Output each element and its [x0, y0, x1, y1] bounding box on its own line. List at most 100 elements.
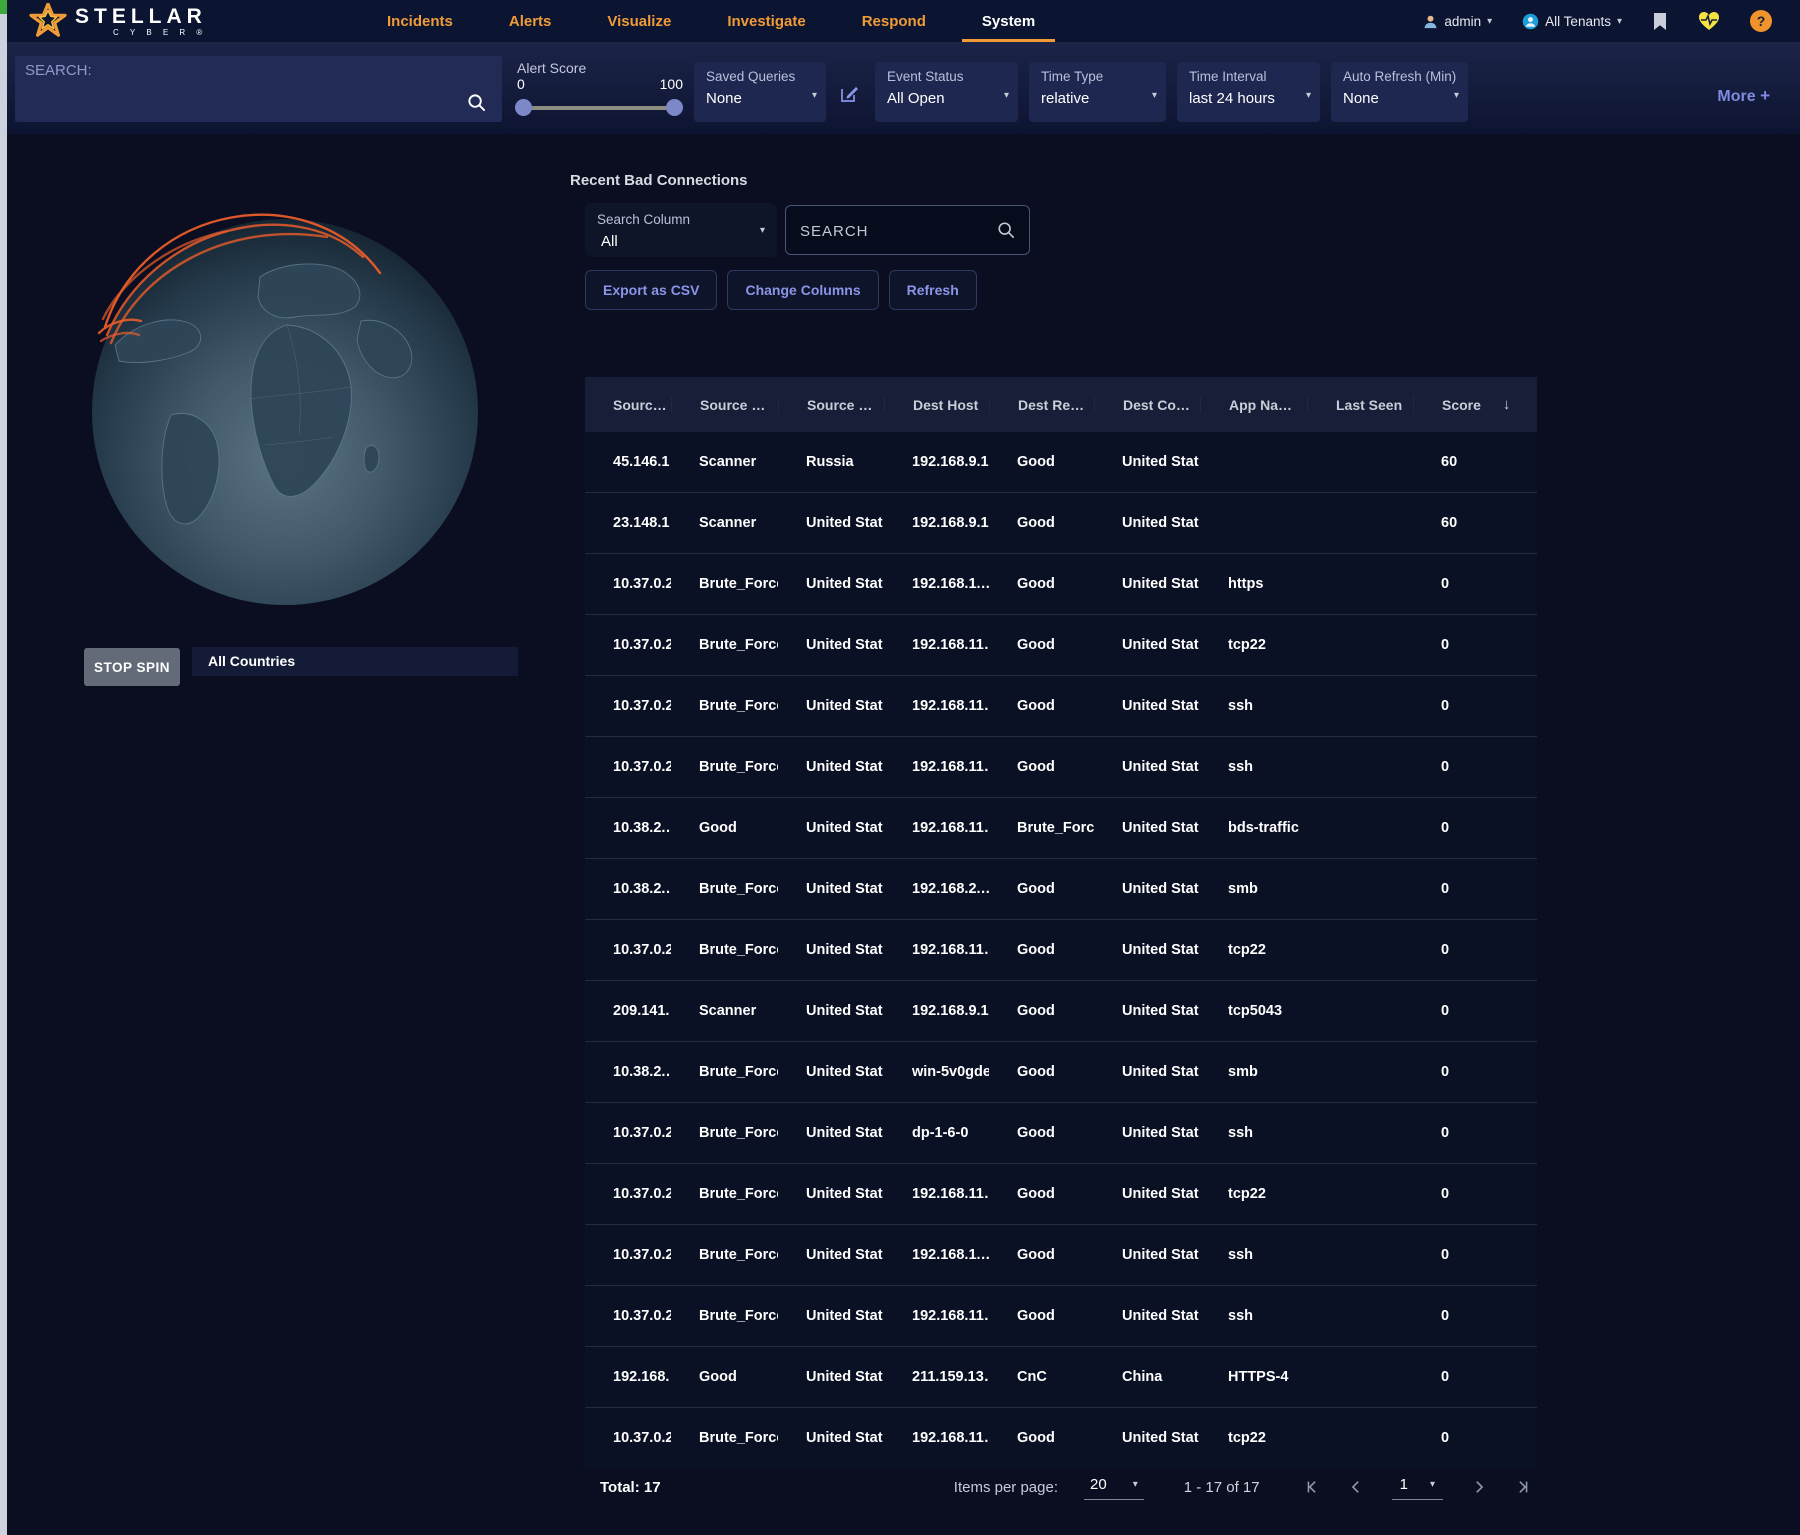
table-cell: 192.168.9.1: [884, 1003, 989, 1019]
chevron-down-icon: ▾: [1617, 16, 1622, 27]
table-cell: United Stat…: [1094, 759, 1200, 775]
globe-visualization[interactable]: [75, 185, 515, 635]
table-cell: Good: [989, 942, 1094, 958]
event-status-label: Event Status: [887, 69, 994, 84]
table-cell: 192.168.11…: [884, 820, 989, 836]
table-cell: United Stat…: [1094, 942, 1200, 958]
table-row[interactable]: 23.148.1…ScannerUnited Stat…192.168.9.1G…: [585, 493, 1537, 554]
table-row[interactable]: 192.168.…GoodUnited Stat…211.159.13…CnCC…: [585, 1347, 1537, 1408]
alert-score-slider-handle-min[interactable]: [515, 99, 532, 116]
event-status-value: All Open: [887, 90, 994, 107]
brand-logo[interactable]: STELLAR C Y B E R ®: [7, 0, 359, 42]
table-cell: Good: [989, 576, 1094, 592]
table-row[interactable]: 10.38.2.…Brute_ForcerUnited Stat…win-5v0…: [585, 1042, 1537, 1103]
change-columns-button[interactable]: Change Columns: [727, 270, 878, 310]
table-cell: 0: [1413, 820, 1537, 836]
table-row[interactable]: 10.37.0.2Brute_ForcerUnited Stat…192.168…: [585, 737, 1537, 798]
table-cell: Good: [989, 1003, 1094, 1019]
table-cell: United Stat…: [1094, 637, 1200, 653]
previous-page-button[interactable]: [1348, 1479, 1364, 1495]
nav-right-controls: admin ▾ All Tenants ▾ ?: [1423, 0, 1800, 42]
table-search-input[interactable]: [798, 206, 992, 256]
table-cell: United Stat…: [778, 1247, 884, 1263]
tenant-menu-label: All Tenants: [1545, 14, 1611, 29]
auto-refresh-dropdown[interactable]: Auto Refresh (Min) None ▾: [1331, 62, 1468, 122]
saved-queries-dropdown[interactable]: Saved Queries None ▾: [694, 62, 826, 122]
next-page-button[interactable]: [1471, 1479, 1487, 1495]
alert-score-slider-track[interactable]: [523, 106, 675, 110]
last-page-button[interactable]: [1515, 1479, 1531, 1495]
chevron-down-icon: ▾: [1487, 16, 1492, 27]
table-cell: 0: [1413, 1125, 1537, 1141]
refresh-button[interactable]: Refresh: [889, 270, 977, 310]
table-row[interactable]: 10.37.0.2Brute_ForcerUnited Stat…192.168…: [585, 1225, 1537, 1286]
table-row[interactable]: 10.37.0.2Brute_ForcerUnited Stat…192.168…: [585, 1286, 1537, 1347]
table-cell: win-5v0gde…: [884, 1064, 989, 1080]
time-type-dropdown[interactable]: Time Type relative ▾: [1029, 62, 1166, 122]
stop-spin-button[interactable]: STOP SPIN: [84, 648, 180, 686]
table-cell: 10.37.0.2: [585, 698, 671, 714]
table-cell: https: [1200, 576, 1307, 592]
time-type-value: relative: [1041, 90, 1142, 107]
table-row[interactable]: 10.37.0.2Brute_ForcerUnited Stat…192.168…: [585, 676, 1537, 737]
table-cell: tcp22: [1200, 637, 1307, 653]
health-heart-icon[interactable]: [1698, 11, 1720, 31]
table-cell: United Stat…: [778, 1430, 884, 1446]
table-row[interactable]: 10.37.0.2Brute_ForcerUnited Stat…192.168…: [585, 920, 1537, 981]
user-menu[interactable]: admin ▾: [1423, 14, 1492, 29]
time-interval-dropdown[interactable]: Time Interval last 24 hours ▾: [1177, 62, 1320, 122]
table-cell: Brute_Forcer: [671, 1186, 778, 1202]
page-number-select[interactable]: 1 ▾: [1392, 1474, 1443, 1500]
alert-score-slider-handle-max[interactable]: [666, 99, 683, 116]
table-row[interactable]: 10.37.0.2Brute_ForcerUnited Stat…192.168…: [585, 615, 1537, 676]
column-header[interactable]: Source …: [778, 397, 884, 413]
export-csv-button[interactable]: Export as CSV: [585, 270, 717, 310]
column-header[interactable]: Dest Re…: [989, 397, 1094, 413]
column-header[interactable]: Last Seen: [1307, 397, 1413, 413]
bookmark-icon[interactable]: [1652, 12, 1668, 31]
nav-tab-incidents[interactable]: Incidents: [359, 0, 481, 42]
table-cell: 0: [1413, 1247, 1537, 1263]
table-row[interactable]: 10.37.0.2Brute_ForcerUnited Stat…dp-1-6-…: [585, 1103, 1537, 1164]
table-row[interactable]: 10.38.2.…GoodUnited Stat…192.168.11…Brut…: [585, 798, 1537, 859]
help-icon[interactable]: ?: [1750, 10, 1772, 32]
table-row[interactable]: 10.37.0.2Brute_ForcerUnited Stat…192.168…: [585, 1164, 1537, 1225]
table-cell: United Stat…: [778, 1125, 884, 1141]
column-header[interactable]: Sourc…: [585, 397, 671, 413]
nav-tab-alerts[interactable]: Alerts: [481, 0, 580, 42]
more-filters-button[interactable]: More +: [1717, 86, 1770, 106]
global-search-input[interactable]: [25, 84, 449, 103]
table-row[interactable]: 10.37.0.2Brute_ForcerUnited Stat…192.168…: [585, 554, 1537, 615]
search-column-dropdown[interactable]: Search Column All ▾: [585, 203, 777, 257]
column-header[interactable]: Dest Host: [884, 397, 989, 413]
table-cell: Good: [989, 1308, 1094, 1324]
nav-tab-system[interactable]: System: [954, 0, 1063, 42]
table-cell: 0: [1413, 881, 1537, 897]
sort-descending-icon[interactable]: ↓: [1503, 396, 1511, 413]
table-cell: Scanner: [671, 515, 778, 531]
nav-tab-visualize[interactable]: Visualize: [579, 0, 699, 42]
alert-score-min: 0: [517, 76, 525, 92]
table-row[interactable]: 10.38.2.…Brute_ForcerUnited Stat…192.168…: [585, 859, 1537, 920]
tenant-menu[interactable]: All Tenants ▾: [1522, 13, 1622, 30]
edit-query-icon[interactable]: [839, 84, 859, 104]
search-icon[interactable]: [997, 221, 1015, 239]
table-row[interactable]: 45.146.1…ScannerRussia192.168.9.1GoodUni…: [585, 432, 1537, 493]
search-icon[interactable]: [467, 93, 486, 112]
column-header[interactable]: Dest Co…: [1094, 397, 1200, 413]
nav-tab-investigate[interactable]: Investigate: [699, 0, 833, 42]
country-filter-select[interactable]: All Countries: [192, 647, 518, 676]
items-per-page-select[interactable]: 20 ▾: [1084, 1474, 1144, 1500]
table-row[interactable]: 209.141.…ScannerUnited Stat…192.168.9.1G…: [585, 981, 1537, 1042]
column-header[interactable]: Source …: [671, 397, 778, 413]
event-status-dropdown[interactable]: Event Status All Open ▾: [875, 62, 1018, 122]
table-cell: 0: [1413, 1308, 1537, 1324]
panel-title: Recent Bad Connections: [570, 172, 748, 189]
table-cell: 0: [1413, 637, 1537, 653]
column-header[interactable]: App Na…: [1200, 397, 1307, 413]
column-header[interactable]: Score↓: [1413, 396, 1537, 413]
first-page-button[interactable]: [1304, 1479, 1320, 1495]
table-cell: United Stat…: [778, 637, 884, 653]
nav-tab-respond[interactable]: Respond: [834, 0, 954, 42]
table-cell: Good: [989, 454, 1094, 470]
